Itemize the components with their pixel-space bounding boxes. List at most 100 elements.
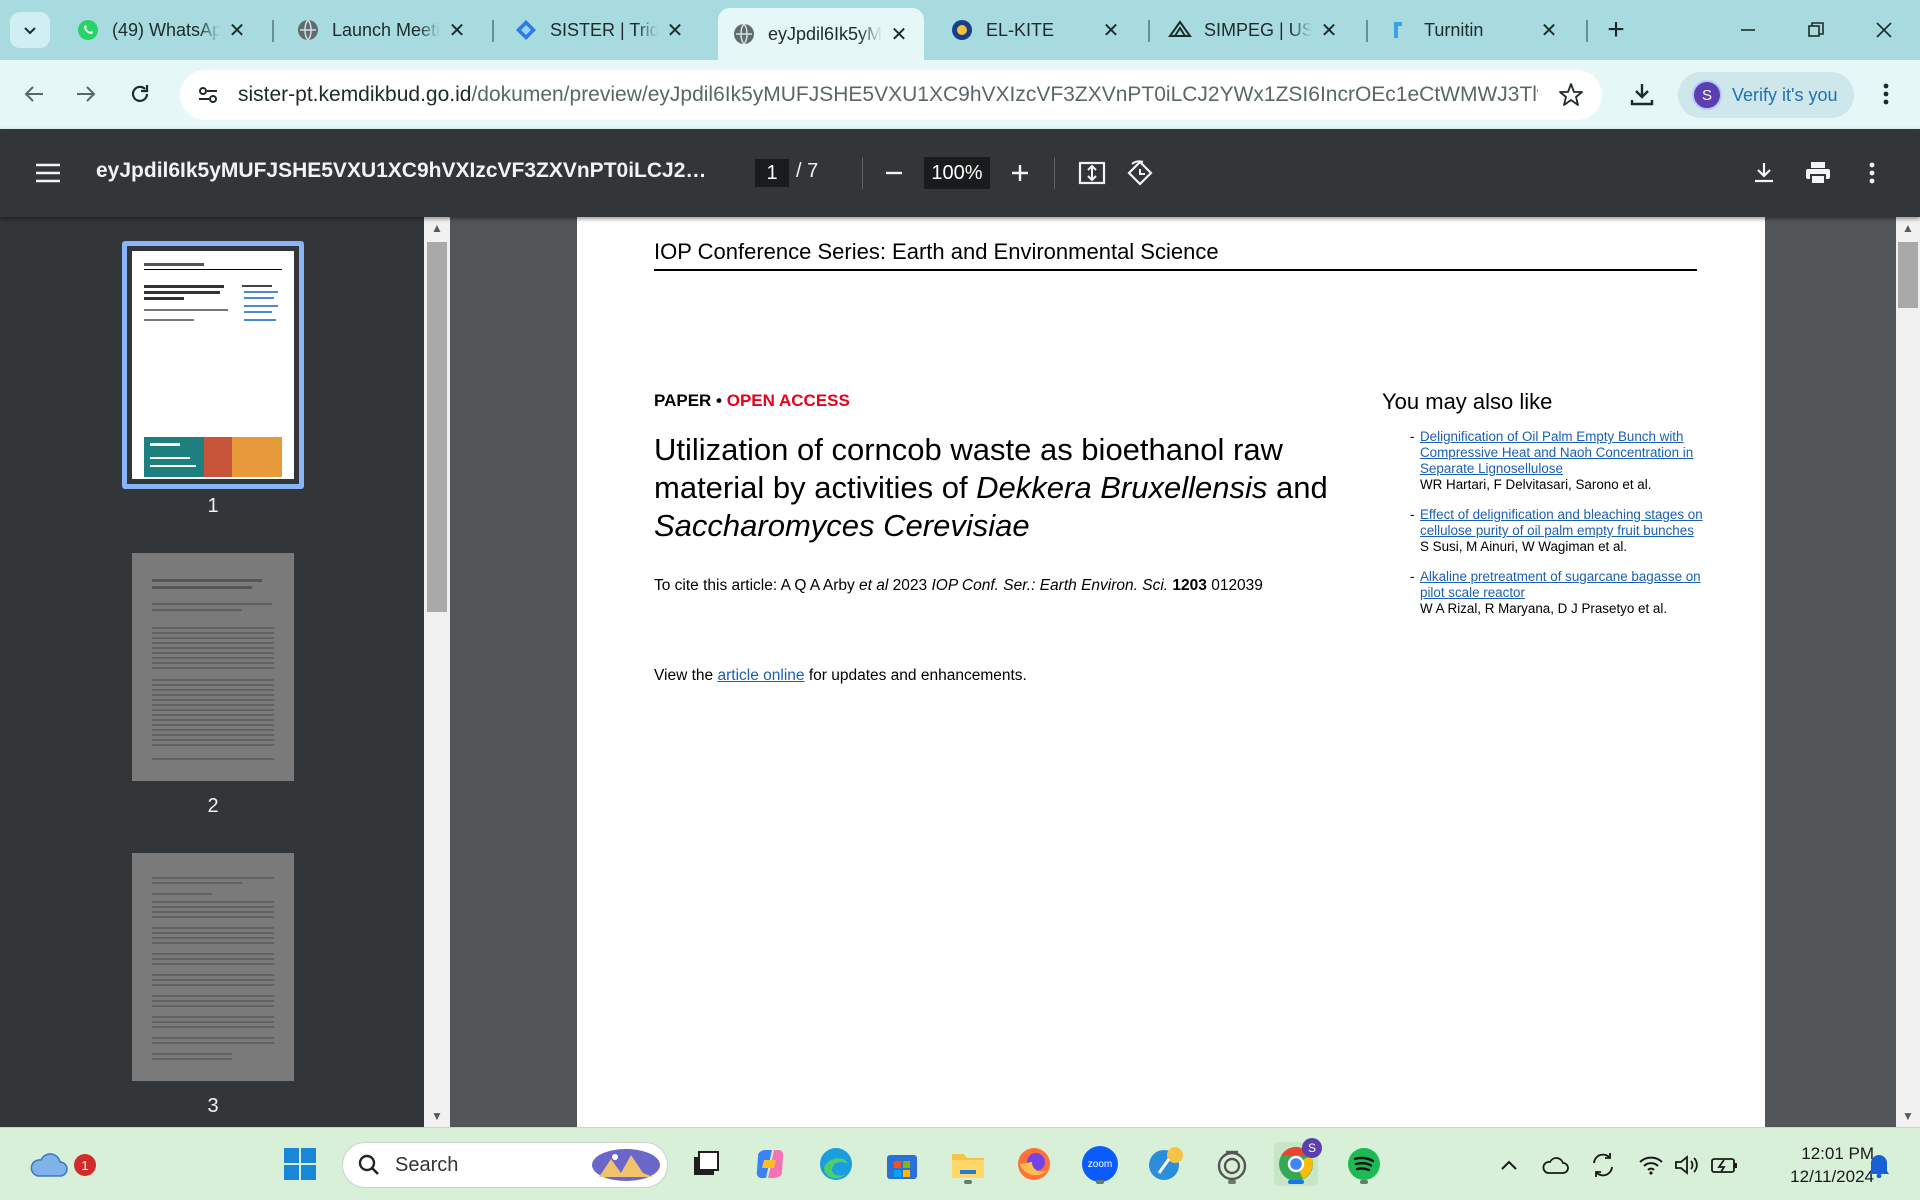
restore-button[interactable] (1796, 12, 1836, 48)
site-info-button[interactable] (188, 75, 228, 115)
close-icon[interactable]: ✕ (1318, 19, 1340, 42)
search-label: Search (395, 1153, 459, 1176)
windows-icon (284, 1148, 316, 1180)
related-link[interactable]: Effect of delignification and bleaching … (1420, 507, 1712, 539)
firefox-button[interactable] (1012, 1142, 1056, 1186)
article-online-link[interactable]: article online (717, 667, 804, 684)
close-icon[interactable]: ✕ (226, 19, 248, 42)
scroll-up-icon[interactable]: ▲ (430, 222, 444, 234)
scroll-down-icon[interactable]: ▼ (430, 1110, 444, 1122)
thumbnail-number: 2 (207, 795, 219, 817)
related-link[interactable]: Delignification of Oil Palm Empty Bunch … (1420, 429, 1712, 477)
zoom-level-input[interactable]: 100% (924, 157, 990, 189)
app-button[interactable] (1210, 1142, 1254, 1186)
tab-pdf-preview[interactable]: eyJpdil6Ik5yM ✕ (718, 8, 924, 60)
scroll-down-icon[interactable]: ▼ (1901, 1110, 1915, 1122)
tab-launch-meeting[interactable]: Launch Meeting ✕ (282, 8, 482, 52)
spotify-button[interactable] (1342, 1142, 1386, 1186)
arrow-left-icon (24, 86, 43, 102)
weather-widget[interactable]: 1 (26, 1142, 96, 1186)
taskbar-search[interactable]: Search (342, 1142, 668, 1188)
related-authors: S Susi, M Ainuri, W Wagiman et al. (1420, 539, 1628, 554)
running-indicator (964, 1180, 972, 1184)
file-explorer-button[interactable] (946, 1142, 990, 1186)
back-button[interactable] (14, 74, 54, 114)
edge-button[interactable] (814, 1142, 858, 1186)
sidebar-toggle-button[interactable] (28, 155, 68, 191)
window-close-button[interactable] (1864, 12, 1904, 48)
tab-simpeg[interactable]: SIMPEG | USA ✕ (1154, 8, 1354, 52)
tab-title: (49) WhatsApp (112, 19, 220, 40)
close-icon[interactable]: ✕ (1100, 19, 1122, 42)
bookmark-star-button[interactable] (1556, 80, 1586, 110)
address-bar[interactable]: sister-pt.kemdikbud.go.id/dokumen/previe… (180, 70, 1602, 120)
url-path: /dokumen/preview/eyJpdil6Ik5yMUFJSHE5VXU… (471, 83, 1538, 106)
tab-sister[interactable]: SISTER | Tridharma ✕ (500, 8, 700, 52)
url-text[interactable]: sister-pt.kemdikbud.go.id/dokumen/previe… (238, 83, 1538, 107)
thumbnail-page-3[interactable] (132, 853, 294, 1081)
scroll-up-icon[interactable]: ▲ (1901, 222, 1915, 234)
reload-button[interactable] (120, 74, 160, 114)
store-button[interactable] (880, 1142, 924, 1186)
pdf-more-button[interactable] (1852, 153, 1892, 193)
menu-icon (36, 163, 60, 183)
start-button[interactable] (278, 1142, 322, 1186)
notifications-button[interactable] (1864, 1150, 1894, 1180)
title-species: Dekkera Bruxellensis (976, 470, 1268, 505)
pdf-viewer: IOP Conference Series: Earth and Environ… (450, 217, 1896, 1127)
close-icon[interactable]: ✕ (664, 19, 686, 42)
sidebar-scrollbar[interactable]: ▲ ▼ (424, 217, 450, 1127)
close-icon[interactable]: ✕ (888, 23, 910, 46)
viewer-scrollbar[interactable]: ▲ ▼ (1896, 217, 1920, 1127)
show-hidden-icons-button[interactable] (1494, 1150, 1524, 1180)
chrome-button[interactable]: S (1274, 1138, 1322, 1186)
tab-title: Turnitin (1424, 19, 1484, 40)
print-button[interactable] (1798, 153, 1838, 193)
open-access-label: OPEN ACCESS (726, 391, 850, 410)
paint-button[interactable] (1144, 1142, 1188, 1186)
volume-button[interactable] (1672, 1150, 1702, 1180)
close-icon[interactable]: ✕ (446, 19, 468, 42)
sidebar-scroll-thumb[interactable] (427, 242, 447, 612)
running-indicator (1096, 1180, 1104, 1184)
clock-date: 12/11/2024 (1790, 1167, 1874, 1186)
verify-profile-chip[interactable]: S Verify it's you (1678, 72, 1854, 118)
page-number-input[interactable]: 1 (755, 159, 789, 187)
rotate-button[interactable] (1120, 153, 1160, 193)
fit-to-page-button[interactable] (1072, 153, 1112, 193)
minimize-button[interactable] (1728, 12, 1768, 48)
related-link[interactable]: Alkaline pretreatment of sugarcane bagas… (1420, 569, 1712, 601)
thumbnail-page-1[interactable] (132, 251, 294, 479)
pdf-download-button[interactable] (1744, 153, 1784, 193)
minimize-icon (1741, 29, 1755, 31)
zoom-app-button[interactable]: zoom (1078, 1142, 1122, 1186)
onedrive-button[interactable] (1540, 1150, 1570, 1180)
thumbnail-page-2[interactable] (132, 553, 294, 781)
close-icon[interactable]: ✕ (1538, 19, 1560, 42)
viewer-scroll-thumb[interactable] (1898, 242, 1918, 308)
profile-badge: S (1302, 1138, 1322, 1158)
forward-button[interactable] (66, 74, 106, 114)
battery-button[interactable] (1710, 1150, 1740, 1180)
tab-separator (272, 20, 274, 42)
task-view-button[interactable] (684, 1142, 728, 1186)
zoom-in-button[interactable] (1002, 155, 1038, 191)
thumbnail-preview (152, 579, 274, 760)
clock[interactable]: 12:01 PM 12/11/2024 (1754, 1142, 1874, 1188)
copilot-button[interactable] (748, 1142, 792, 1186)
tab-search-button[interactable] (10, 12, 50, 48)
tab-whatsapp[interactable]: (49) WhatsApp ✕ (62, 8, 262, 52)
tab-el-kite[interactable]: EL-KITE ✕ (936, 8, 1136, 52)
sync-icon (1593, 1153, 1613, 1177)
paint-icon (1149, 1147, 1183, 1180)
new-tab-button[interactable]: + (1598, 12, 1634, 48)
taskbar: 1 Search zoom S 12:01 PM 12/11/2024 (0, 1127, 1920, 1200)
thumbnail-number: 3 (207, 1095, 219, 1117)
downloads-button[interactable] (1622, 74, 1662, 114)
sync-button[interactable] (1588, 1150, 1618, 1180)
wifi-button[interactable] (1636, 1150, 1666, 1180)
tab-turnitin[interactable]: Turnitin ✕ (1374, 8, 1574, 52)
arrow-right-icon (77, 86, 96, 102)
zoom-out-button[interactable] (876, 155, 912, 191)
browser-menu-button[interactable] (1870, 74, 1902, 114)
